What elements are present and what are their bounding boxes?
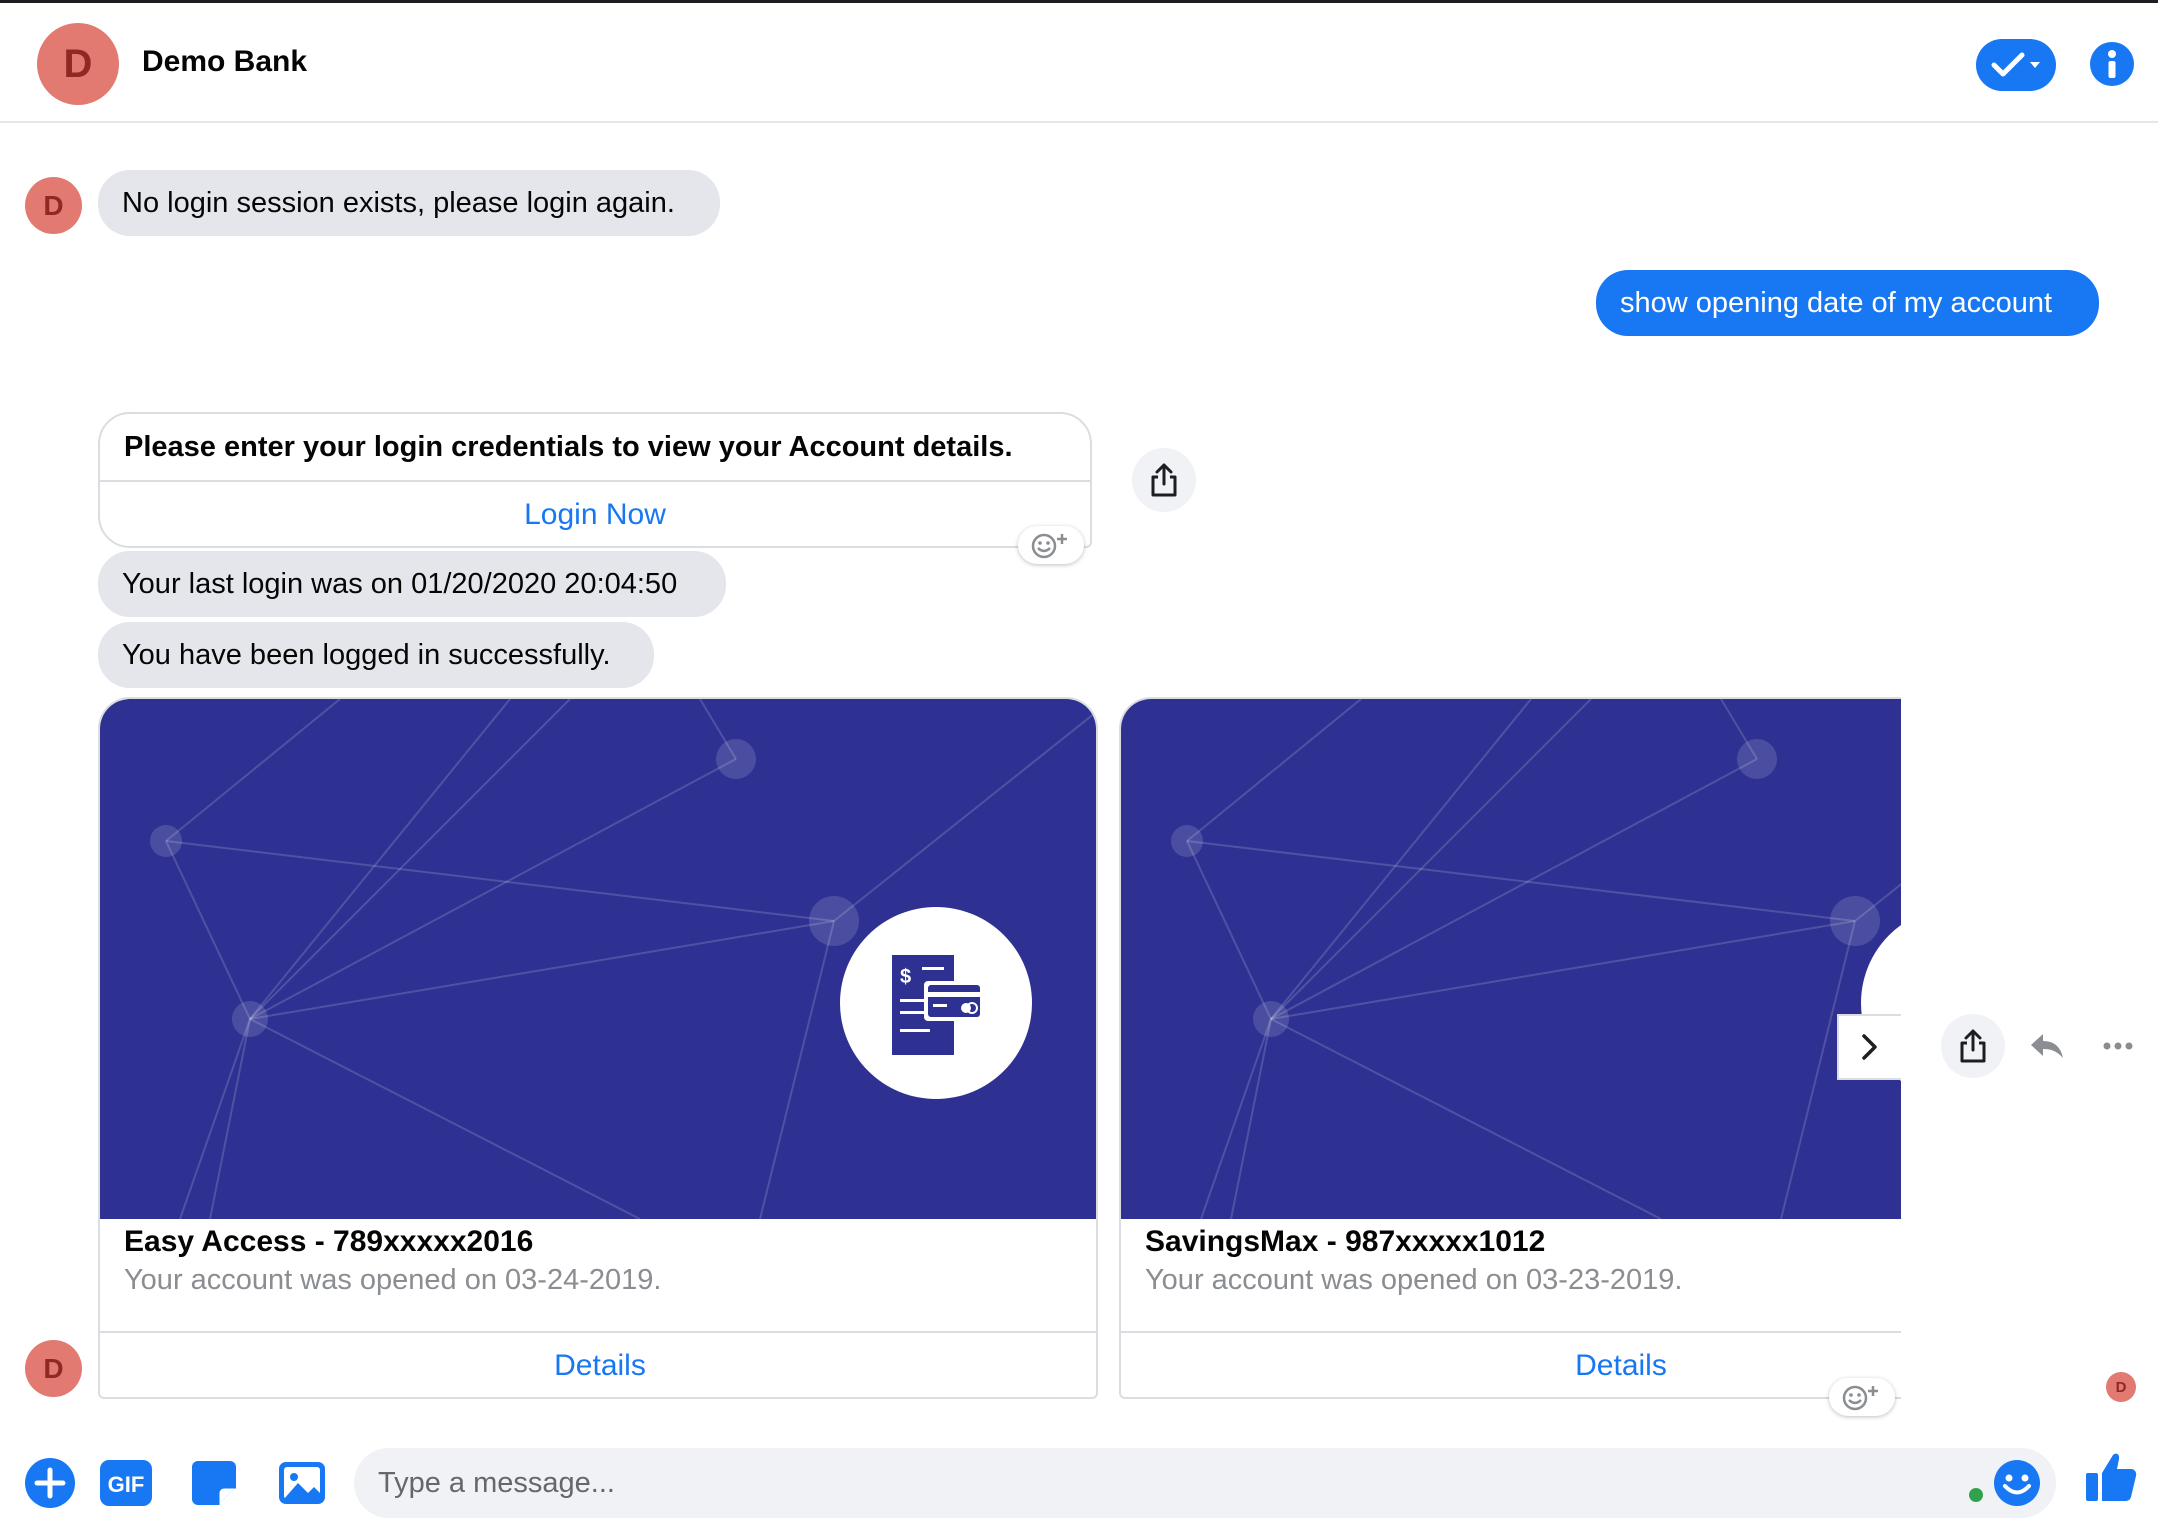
add-reaction-button[interactable] <box>1829 1378 1895 1416</box>
details-button[interactable]: Details <box>1121 1331 1901 1397</box>
share-button[interactable] <box>1941 1014 2005 1078</box>
message-input[interactable] <box>354 1448 2056 1518</box>
plus-icon <box>25 1458 75 1508</box>
account-card[interactable]: SavingsMax - 987xxxxx1012 Your account w… <box>1119 697 1901 1399</box>
bot-avatar[interactable]: D <box>25 177 82 234</box>
svg-text:$: $ <box>900 966 911 988</box>
share-button[interactable] <box>1132 448 1196 512</box>
share-icon <box>1960 1029 1986 1063</box>
bot-avatar[interactable]: D <box>25 1340 82 1397</box>
account-card-subtitle: Your account was opened on 03-23-2019. <box>1145 1264 1683 1296</box>
add-reaction-icon <box>1031 533 1067 559</box>
mark-done-button[interactable] <box>1976 39 2056 91</box>
svg-text:GIF: GIF <box>108 1472 145 1497</box>
reply-button[interactable] <box>2019 1018 2075 1074</box>
account-card-image <box>1121 699 1901 1219</box>
account-card-image: $ <box>100 699 1096 1219</box>
sticker-icon <box>192 1461 236 1505</box>
chat-header: D Demo Bank <box>0 0 2158 123</box>
account-card[interactable]: $ Easy Access - 789xxxxx2016 Your accoun… <box>98 697 1098 1399</box>
like-button[interactable] <box>2082 1448 2140 1506</box>
account-card-title: Easy Access - 789xxxxx2016 <box>124 1225 534 1258</box>
account-card-title: SavingsMax - 987xxxxx1012 <box>1145 1225 1546 1258</box>
add-reaction-button[interactable] <box>1018 526 1084 564</box>
info-icon <box>2108 50 2116 78</box>
add-reaction-icon <box>1842 1385 1878 1411</box>
image-icon <box>279 1462 325 1504</box>
sticker-button[interactable] <box>185 1454 243 1512</box>
outgoing-message[interactable]: show opening date of my account <box>1596 270 2099 336</box>
login-now-button[interactable]: Login Now <box>100 482 1090 546</box>
incoming-message[interactable]: No login session exists, please login ag… <box>98 170 720 236</box>
account-carousel[interactable]: $ Easy Access - 789xxxxx2016 Your accoun… <box>98 697 1901 1399</box>
details-button[interactable]: Details <box>100 1331 1096 1397</box>
incoming-message[interactable]: Your last login was on 01/20/2020 20:04:… <box>98 551 726 617</box>
online-indicator <box>1969 1488 1983 1502</box>
emoji-icon <box>1994 1460 2040 1506</box>
chevron-right-icon <box>1862 1034 1877 1060</box>
incoming-message[interactable]: You have been logged in successfully. <box>98 622 654 688</box>
carousel-next-button[interactable] <box>1837 1014 1901 1080</box>
contact-avatar[interactable]: D <box>37 23 119 105</box>
more-actions-button[interactable] <box>21 1454 79 1512</box>
emoji-button[interactable] <box>1988 1454 2046 1512</box>
seen-avatar: D <box>2106 1372 2136 1402</box>
reply-icon <box>2031 1034 2063 1058</box>
checkmark-icon <box>1991 52 2025 77</box>
network-pattern <box>1171 699 1901 1219</box>
thumbs-up-icon <box>2086 1453 2137 1501</box>
account-card-subtitle: Your account was opened on 03-24-2019. <box>124 1264 662 1296</box>
image-upload-button[interactable] <box>273 1454 331 1512</box>
conversation-info-button[interactable] <box>2090 42 2134 86</box>
caret-down-icon <box>2030 62 2040 68</box>
network-pattern: $ <box>150 699 1096 1219</box>
gif-icon: GIF <box>100 1460 152 1506</box>
contact-name[interactable]: Demo Bank <box>142 45 307 79</box>
more-icon <box>2103 1042 2133 1050</box>
gif-button[interactable]: GIF <box>97 1454 155 1512</box>
share-icon <box>1151 463 1177 497</box>
login-card-title: Please enter your login credentials to v… <box>100 414 1090 482</box>
login-card: Please enter your login credentials to v… <box>98 412 1092 548</box>
more-options-button[interactable] <box>2090 1018 2146 1074</box>
